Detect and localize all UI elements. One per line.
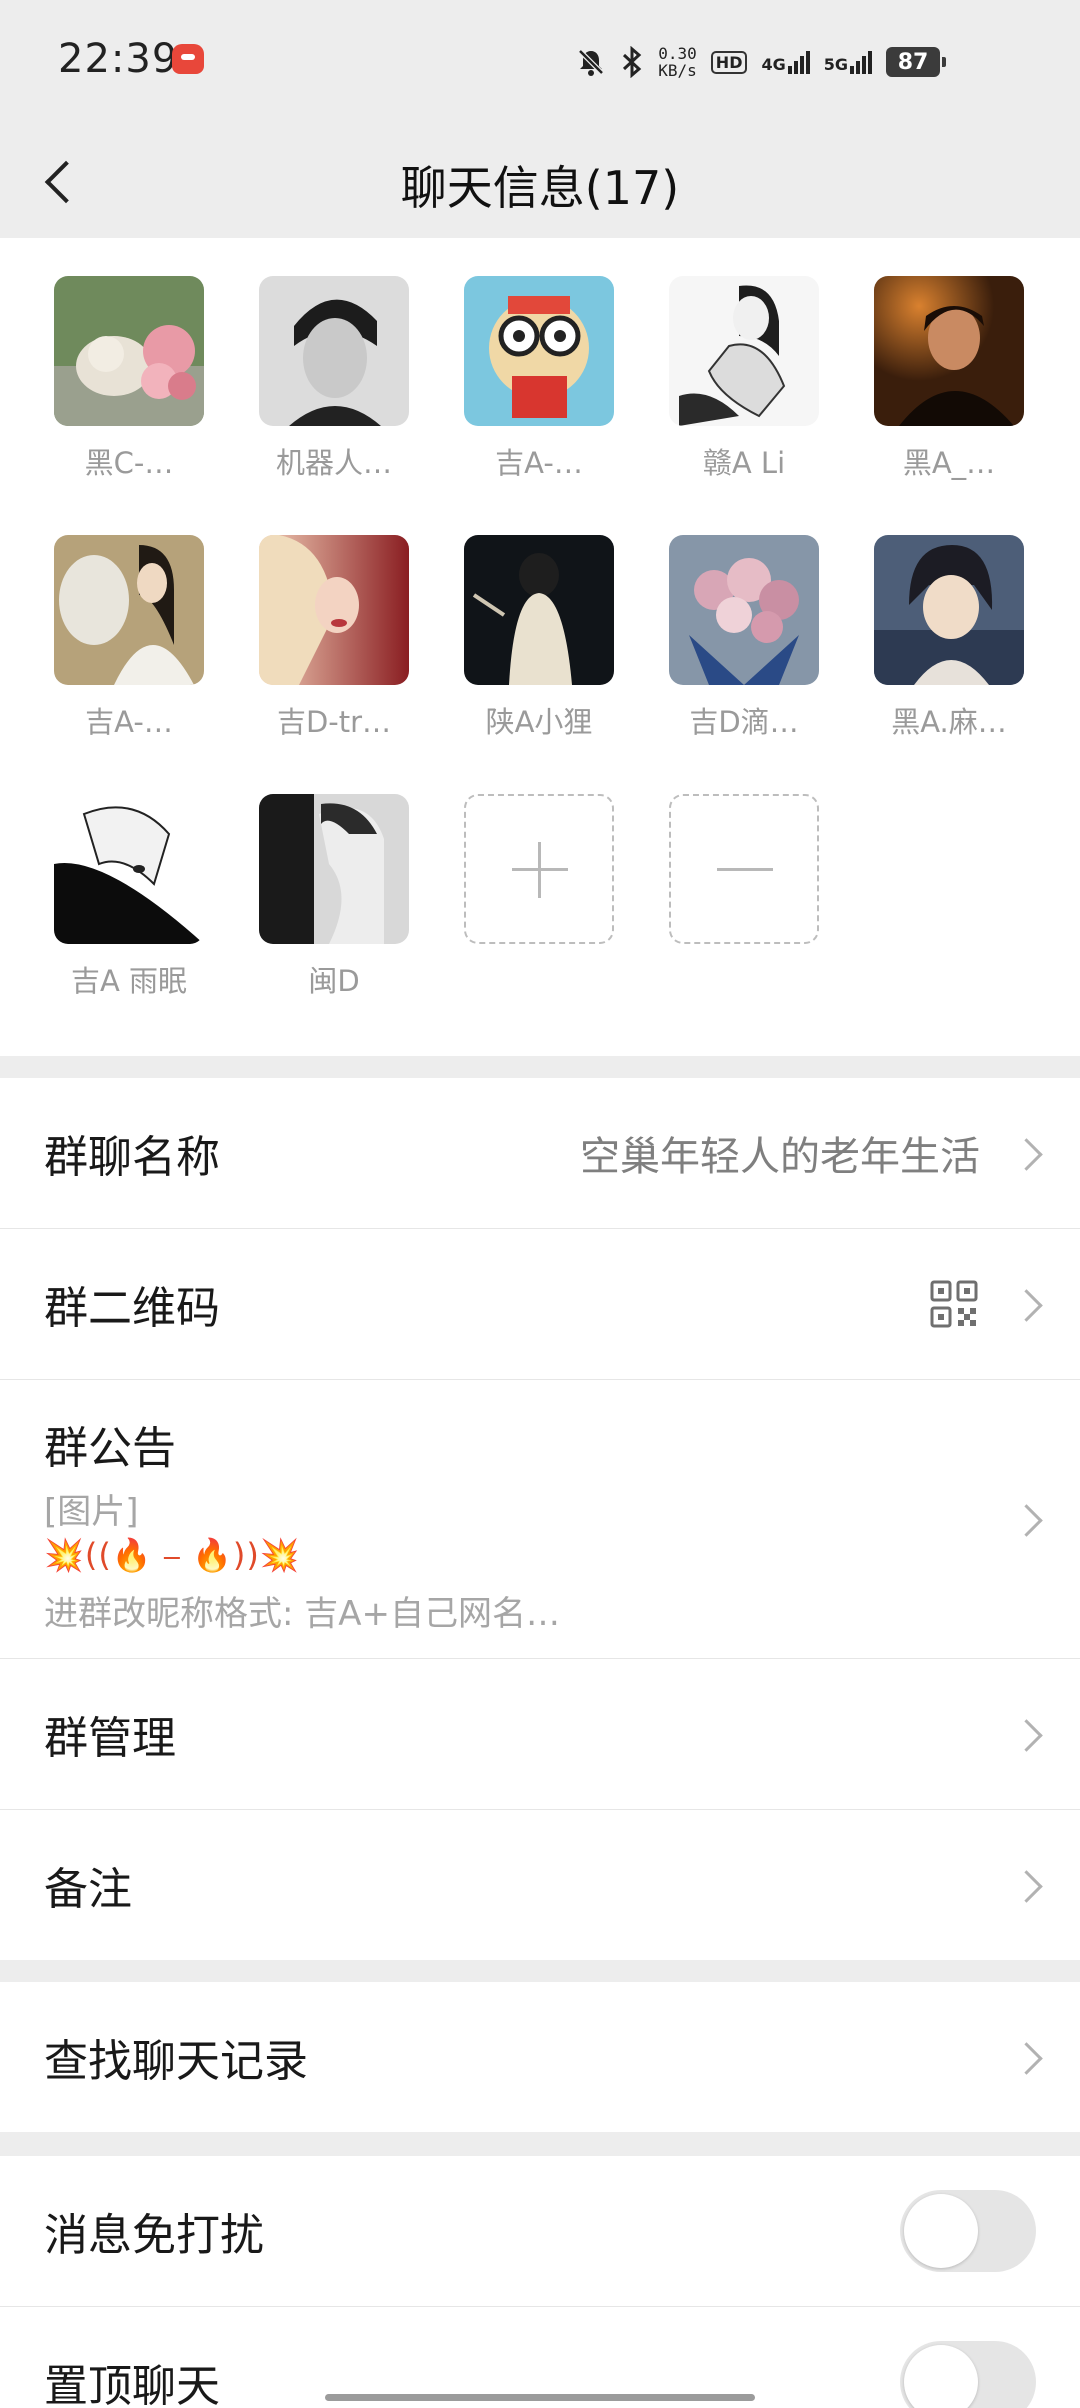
group-qr-row[interactable]: 群二维码 — [0, 1229, 1080, 1380]
hd-voice-icon: HD — [710, 50, 748, 74]
member-item[interactable]: 闽D — [258, 794, 410, 1000]
member-name: 吉A-… — [495, 446, 583, 480]
avatar — [464, 276, 614, 426]
member-item[interactable]: 吉A-… — [53, 535, 205, 741]
chevron-right-icon — [1010, 1870, 1043, 1903]
toggle-knob — [904, 2194, 978, 2268]
remove-member-box — [669, 794, 819, 944]
group-manage-row[interactable]: 群管理 — [0, 1659, 1080, 1810]
chevron-right-icon — [1010, 1504, 1043, 1537]
avatar — [464, 535, 614, 685]
sim1-network-type: 4G — [761, 55, 786, 74]
search-history-row[interactable]: 查找聊天记录 — [0, 1982, 1080, 2132]
avatar — [54, 794, 204, 944]
announcement-label: 群公告 — [44, 1423, 176, 1474]
chevron-right-icon — [1010, 1138, 1043, 1171]
home-indicator[interactable] — [325, 2394, 755, 2401]
member-name: 机器人… — [275, 446, 392, 480]
bluetooth-icon — [620, 46, 644, 78]
nav-bar: 聊天信息(17) — [0, 126, 1080, 238]
announcement-line-3: 进群改昵称格式: 吉A+自己网名… — [44, 1594, 561, 1634]
battery-level: 87 — [897, 49, 929, 75]
member-name: 吉D-tr… — [276, 705, 392, 739]
mute-row: 消息免打扰 — [0, 2156, 1080, 2307]
sim2-network-type: 5G — [823, 55, 848, 74]
page-title: 聊天信息(17) — [400, 161, 680, 215]
group-settings-section: 群聊名称 空巢年轻人的老年生活 群二维码 群公告 [图片] 💥((🔥 ⎯ 🔥))… — [0, 1078, 1080, 1960]
announcement-line-1: [图片] — [44, 1492, 139, 1532]
network-speed: 0.30 KB/s — [658, 45, 697, 79]
member-name: 吉D滴… — [689, 705, 799, 739]
sim2-signal: 5G — [824, 50, 872, 74]
sim1-signal: 4G — [761, 50, 810, 74]
status-bar: 22:39 0.30 KB/s HD 4G 5G 87 — [0, 0, 1080, 126]
member-item[interactable]: 吉A 雨眠 — [53, 794, 205, 1000]
plus-icon-vertical — [538, 842, 541, 898]
pin-row: 置顶聊天 — [0, 2307, 1080, 2408]
avatar — [259, 535, 409, 685]
network-speed-unit: KB/s — [658, 61, 697, 80]
avatar — [669, 276, 819, 426]
group-name-label: 群聊名称 — [44, 1132, 220, 1183]
chevron-right-icon — [1010, 1719, 1043, 1752]
chevron-right-icon — [1010, 1289, 1043, 1322]
app-notification-icon — [172, 44, 204, 74]
announcement-row[interactable]: 群公告 [图片] 💥((🔥 ⎯ 🔥))💥 进群改昵称格式: 吉A+自己网名… — [0, 1380, 1080, 1659]
network-speed-value: 0.30 — [658, 44, 697, 63]
search-section: 查找聊天记录 — [0, 1982, 1080, 2132]
member-name: 吉A 雨眠 — [70, 964, 188, 998]
qr-code-icon — [930, 1280, 978, 1328]
avatar — [259, 276, 409, 426]
add-member-box — [464, 794, 614, 944]
member-item[interactable]: 黑C-… — [53, 276, 205, 482]
member-item[interactable]: 赣A Li — [668, 276, 820, 482]
signal-bars-icon — [787, 50, 810, 74]
member-item[interactable]: 吉D-tr… — [258, 535, 410, 741]
avatar — [54, 276, 204, 426]
remark-label: 备注 — [44, 1864, 132, 1915]
toggle-section: 消息免打扰 置顶聊天 — [0, 2156, 1080, 2408]
avatar — [874, 535, 1024, 685]
clock: 22:39 — [58, 36, 179, 82]
mute-label: 消息免打扰 — [44, 2210, 264, 2261]
signal-bars-icon — [850, 50, 872, 74]
avatar — [54, 535, 204, 685]
member-item[interactable]: 吉D滴… — [668, 535, 820, 741]
member-item[interactable]: 黑A_… — [873, 276, 1025, 482]
member-grid: 黑C-… 机器人… 吉A-… 赣A Li 黑A_… 吉A-… 吉D-tr… 陕A… — [0, 238, 1080, 1056]
member-name: 陕A小狸 — [485, 705, 593, 739]
announcement-line-2: 💥((🔥 ⎯ 🔥))💥 — [44, 1536, 301, 1574]
minus-icon — [717, 868, 773, 871]
group-manage-label: 群管理 — [44, 1713, 176, 1764]
member-item[interactable]: 机器人… — [258, 276, 410, 482]
battery-icon: 87 — [886, 47, 946, 77]
pin-toggle[interactable] — [900, 2341, 1036, 2408]
member-name: 赣A Li — [702, 446, 786, 480]
member-name: 黑A.麻… — [891, 705, 1007, 739]
member-item[interactable]: 陕A小狸 — [463, 535, 615, 741]
group-qr-label: 群二维码 — [44, 1283, 220, 1334]
group-name-value: 空巢年轻人的老年生活 — [580, 1134, 980, 1180]
member-item[interactable]: 黑A.麻… — [873, 535, 1025, 741]
mute-toggle[interactable] — [900, 2190, 1036, 2272]
avatar — [669, 535, 819, 685]
member-name: 吉A-… — [85, 705, 173, 739]
chevron-right-icon — [1010, 2042, 1043, 2075]
group-name-row[interactable]: 群聊名称 空巢年轻人的老年生活 — [0, 1078, 1080, 1229]
avatar — [259, 794, 409, 944]
mute-bell-icon — [576, 47, 606, 77]
add-member-button[interactable] — [463, 794, 615, 944]
remark-row[interactable]: 备注 — [0, 1810, 1080, 1960]
member-item[interactable]: 吉A-… — [463, 276, 615, 482]
pin-label: 置顶聊天 — [44, 2361, 220, 2408]
member-name: 黑A_… — [902, 446, 996, 480]
member-name: 黑C-… — [84, 446, 174, 480]
status-icons: 0.30 KB/s HD 4G 5G 87 — [576, 40, 946, 84]
member-name: 闽D — [308, 964, 360, 998]
avatar — [874, 276, 1024, 426]
search-history-label: 查找聊天记录 — [44, 2036, 308, 2087]
toggle-knob — [904, 2345, 978, 2408]
remove-member-button[interactable] — [668, 794, 820, 944]
